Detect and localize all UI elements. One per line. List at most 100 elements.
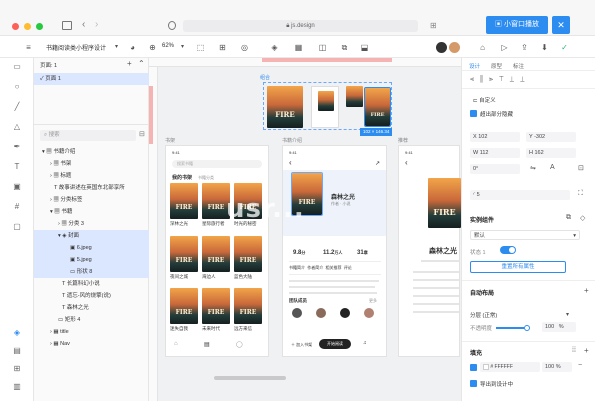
layer-row[interactable]: ▾ ▦ 书籍 [34, 206, 149, 218]
user-avatar[interactable] [449, 42, 460, 53]
text-tool-icon[interactable]: T [12, 162, 22, 172]
minimize-window-button[interactable] [24, 23, 31, 30]
component-icon[interactable]: ◈ [270, 43, 279, 52]
comment-tool-icon[interactable]: ▢ [12, 222, 22, 232]
layer-row[interactable]: T 森林之光 [34, 302, 149, 314]
layer-row[interactable]: T 遗忘-风的烧擎(说) [34, 290, 149, 302]
help-icon[interactable]: ▥ [12, 382, 22, 392]
add-auto-layout-icon[interactable]: + [584, 286, 589, 295]
remove-fill-icon[interactable]: − [578, 362, 582, 369]
menu-icon[interactable]: ≡ [24, 43, 33, 52]
reset-properties-button[interactable]: 重置所有属性 [470, 261, 566, 273]
back-arrow-icon[interactable]: ‹ [405, 158, 408, 167]
tab-annotate[interactable]: 标注 [513, 62, 524, 70]
layers-icon[interactable]: ◈ [12, 328, 22, 338]
goto-main-icon[interactable]: ◇ [580, 214, 585, 222]
layer-row[interactable]: ▣ 5.jpeg [34, 254, 149, 266]
shelf-book[interactable]: FIRE [234, 236, 262, 272]
move-tool-icon[interactable]: ⬚ [196, 43, 205, 52]
project-name[interactable]: 书籍阅读类小程序设计 [46, 43, 106, 52]
triangle-tool-icon[interactable]: △ [12, 122, 22, 132]
layer-row[interactable]: › ▦ title [34, 326, 149, 338]
blend-dropdown-icon[interactable]: ▾ [566, 311, 569, 318]
close-window-button[interactable] [12, 23, 19, 30]
layer-row[interactable]: › ▦ 分类标签 [34, 194, 149, 206]
share-icon[interactable]: ⇪ [520, 43, 529, 52]
headphone-icon[interactable]: ♫ [363, 340, 367, 346]
height-input[interactable]: H 162 [526, 148, 576, 158]
recommend-book-cover[interactable]: FIRE [428, 178, 461, 228]
add-page-icon[interactable]: + [127, 59, 132, 68]
book-cover-thumb[interactable]: FIRE [267, 86, 303, 128]
tab-home-icon[interactable]: ⌂ [174, 341, 178, 347]
fill-opacity-input[interactable]: 100 % [542, 362, 572, 372]
pip-play-button[interactable]: ▣ 小窗口播放 [486, 16, 548, 34]
frame-tool-icon[interactable]: ⊞ [218, 43, 227, 52]
opacity-input[interactable]: 100 % [542, 322, 576, 332]
forward-icon[interactable]: › [95, 19, 98, 30]
fill-checkbox[interactable] [470, 364, 477, 371]
layer-search-input[interactable]: ⌕ 搜索 [40, 130, 136, 141]
corner-radius-input[interactable]: ◜ 5 [470, 190, 570, 200]
layer-row[interactable]: › ▦ 分类 3 [34, 218, 149, 230]
plugins-icon[interactable]: ⊞ [12, 364, 22, 374]
instance-variant-select[interactable]: 默认 ▾ [470, 230, 580, 240]
shelf-book[interactable]: FIRE [202, 236, 230, 272]
constraint-icon[interactable]: ⊡ [578, 164, 584, 172]
book-cover-selected[interactable]: FIRE [364, 87, 391, 127]
layer-row[interactable]: › ▦ Nav [34, 338, 149, 350]
tab-profile-icon[interactable]: ◯ [236, 341, 243, 348]
pip-close-icon[interactable]: ✕ [552, 16, 570, 34]
shelf-search-input[interactable]: 搜索书籍 [172, 160, 262, 168]
position-mode-select[interactable]: ⊏ 自定义 [470, 96, 530, 106]
state-toggle-switch[interactable] [500, 246, 516, 254]
align-icons[interactable]: ⫷⫼⫸⊤⊥⊥ [470, 76, 531, 84]
ellipse-tool-icon[interactable]: ○ [12, 82, 22, 92]
color-swatch[interactable] [483, 363, 489, 370]
member-avatar[interactable] [316, 308, 326, 318]
select-tool-icon[interactable]: ▭ [12, 62, 22, 72]
tab-shelf-icon[interactable]: ▤ [204, 341, 210, 348]
y-input[interactable]: Y -302 [526, 132, 576, 142]
address-bar[interactable]: 🔒︎ js.design [183, 20, 418, 32]
shelf-book[interactable]: FIRE [234, 288, 262, 324]
rotation-input[interactable]: 0° [470, 164, 520, 174]
layer-row[interactable]: ▭ 形状 8 [34, 266, 149, 278]
library-icon[interactable]: ⌂ [478, 43, 487, 52]
book-cover-tiny[interactable] [346, 86, 363, 107]
tab-prototype[interactable]: 原型 [491, 62, 502, 70]
members-more-link[interactable]: 更多 [369, 298, 377, 304]
boolean-icon[interactable]: ◫ [318, 43, 327, 52]
preview-icon[interactable]: ▷ [500, 43, 509, 52]
add-to-shelf-button[interactable]: ＋ 加入书架 [291, 342, 312, 348]
member-avatar[interactable] [292, 308, 302, 318]
assets-icon[interactable]: ▤ [12, 346, 22, 356]
opacity-slider-thumb[interactable] [524, 325, 530, 331]
layer-filter-icon[interactable]: ⊟ [139, 130, 145, 138]
back-arrow-icon[interactable]: ‹ [289, 158, 292, 167]
shelf-tab[interactable]: 书籍分类 [198, 175, 214, 181]
slice-tool-icon[interactable]: # [12, 202, 22, 212]
back-icon[interactable]: ‹ [82, 19, 85, 30]
distribute-icon[interactable]: ⬓ [360, 43, 369, 52]
target-icon[interactable]: ◎ [240, 43, 249, 52]
x-input[interactable]: X 102 [470, 132, 520, 142]
layer-row[interactable]: T 故事讲述在英国东北部享所 [34, 182, 149, 194]
collapse-pages-icon[interactable]: ⌃ [138, 59, 145, 68]
team-icon[interactable]: ◕ [128, 43, 137, 52]
line-tool-icon[interactable]: ╱ [12, 102, 22, 112]
clip-checkbox[interactable] [470, 110, 477, 117]
canvas-scrollbar[interactable] [214, 376, 286, 380]
start-reading-button[interactable]: 开始阅读 [319, 339, 351, 349]
layer-row[interactable]: ▣ 6.jpeg [34, 242, 149, 254]
shelf-tab-active[interactable]: 我的书架 [172, 174, 192, 181]
export-icon[interactable]: ⬇ [540, 43, 549, 52]
page-item[interactable]: ✓ 页面 1 [34, 73, 149, 85]
shelf-book[interactable]: FIRE [170, 288, 198, 324]
fill-style-icon[interactable]: ⁞⁞ [572, 347, 576, 354]
layer-row[interactable]: T 长篇科幻小说 [34, 278, 149, 290]
maximize-window-button[interactable] [36, 23, 43, 30]
export-checkbox[interactable] [470, 380, 477, 387]
shelf-book[interactable]: FIRE [170, 183, 198, 219]
shelf-book[interactable]: FIRE [202, 288, 230, 324]
